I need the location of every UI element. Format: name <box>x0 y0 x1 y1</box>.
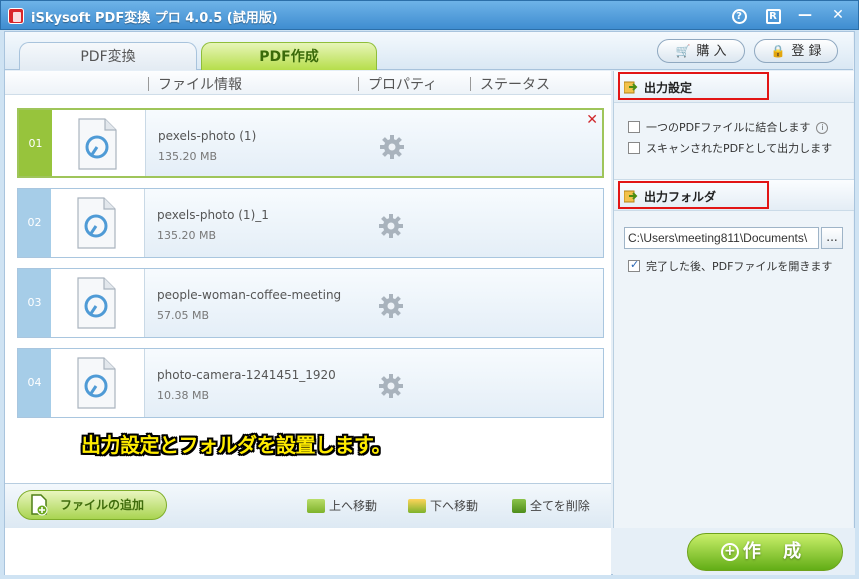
close-button[interactable]: ✕ <box>827 5 849 25</box>
file-size: 135.20 MB <box>157 229 217 242</box>
pdf-document-icon <box>77 277 116 329</box>
merge-option[interactable]: 一つのPDFファイルに結合します i <box>628 119 829 135</box>
move-up-label: 上へ移動 <box>329 499 378 513</box>
output-folder-title: 出力フォルダ <box>644 190 717 204</box>
file-index: 04 <box>18 349 51 417</box>
help-button[interactable]: ? <box>728 5 750 25</box>
title-bar: iSkysoft PDF変換 プロ 4.0.5 (試用版) ? R — ✕ <box>0 0 859 30</box>
file-item[interactable]: 04 photo-camera-1241451_1920 10.38 MB <box>17 348 604 418</box>
column-properties: プロパティ <box>368 77 438 93</box>
file-thumbnail <box>52 110 146 176</box>
delete-all-label: 全てを削除 <box>530 499 590 513</box>
add-file-label: ファイルの追加 <box>60 498 145 512</box>
file-index: 02 <box>18 189 51 257</box>
scan-checkbox[interactable] <box>628 142 640 154</box>
move-up-button[interactable]: 上へ移動 <box>307 497 377 514</box>
bottom-toolbar: ファイルの追加 上へ移動 下へ移動 全てを削除 <box>5 483 611 528</box>
output-path-field[interactable]: C:\Users\meeting811\Documents\ <box>624 227 819 249</box>
output-folder-header: 出力フォルダ <box>614 179 854 211</box>
move-up-icon <box>307 499 325 513</box>
file-thumbnail <box>51 189 145 257</box>
trash-icon <box>512 499 526 513</box>
buy-label: 購 入 <box>696 44 727 59</box>
pdf-document-icon <box>78 118 117 170</box>
file-name: people-woman-coffee-meeting <box>157 288 342 302</box>
file-item[interactable]: 03 people-woman-coffee-meeting 57.05 MB <box>17 268 604 338</box>
browse-button[interactable]: ... <box>821 227 843 249</box>
lock-icon: 🔒 <box>770 44 786 58</box>
file-item[interactable]: 01 pexels-photo (1) 135.20 MB ✕ <box>17 108 604 178</box>
app-logo-icon <box>8 8 24 24</box>
file-thumbnail <box>51 269 145 337</box>
column-header: ファイル情報 プロパティ ステータス <box>5 71 611 95</box>
move-down-icon <box>408 499 426 513</box>
file-size: 135.20 MB <box>158 150 218 163</box>
tab-pdf-convert[interactable]: PDF変換 <box>19 42 197 70</box>
file-index: 03 <box>18 269 51 337</box>
file-name: pexels-photo (1) <box>158 129 257 143</box>
open-after-label: 完了した後、PDFファイルを開きます <box>646 260 833 273</box>
properties-gear-icon[interactable] <box>378 293 404 319</box>
help-icon: ? <box>731 9 747 24</box>
registration-button[interactable]: R <box>762 5 784 25</box>
delete-all-button[interactable]: 全てを削除 <box>512 497 590 514</box>
minimize-button[interactable]: — <box>794 5 816 25</box>
close-icon: ✕ <box>832 7 844 23</box>
register-label: 登 録 <box>791 44 822 59</box>
file-index: 01 <box>19 110 52 176</box>
open-after-checkbox[interactable] <box>628 258 640 272</box>
scan-option[interactable]: スキャンされたPDFとして出力します <box>628 140 832 156</box>
merge-checkbox[interactable] <box>628 121 640 133</box>
instruction-caption: 出力設定とフォルダを設置します。 <box>81 433 392 457</box>
file-name: pexels-photo (1)_1 <box>157 208 269 222</box>
app-title: iSkysoft PDF変換 プロ 4.0.5 (試用版) <box>31 11 278 26</box>
folder-arrow-icon <box>624 190 638 203</box>
column-divider <box>358 77 359 91</box>
remove-file-icon[interactable]: ✕ <box>586 112 598 128</box>
properties-gear-icon[interactable] <box>379 134 405 160</box>
tab-pdf-create[interactable]: PDF作成 <box>201 42 377 70</box>
column-divider <box>148 77 149 91</box>
column-divider <box>470 77 471 91</box>
register-button[interactable]: 🔒 登 録 <box>754 39 838 63</box>
column-status: ステータス <box>480 77 550 93</box>
cart-icon: 🛒 <box>675 44 691 58</box>
file-item[interactable]: 02 pexels-photo (1)_1 135.20 MB <box>17 188 604 258</box>
info-icon[interactable]: i <box>816 122 829 134</box>
add-file-button[interactable]: ファイルの追加 <box>17 490 167 520</box>
move-down-button[interactable]: 下へ移動 <box>408 497 478 514</box>
minimize-icon: — <box>798 7 812 23</box>
settings-arrow-icon <box>624 81 638 94</box>
output-settings-title: 出力設定 <box>644 81 693 95</box>
create-button[interactable]: + 作 成 <box>687 533 843 571</box>
buy-button[interactable]: 🛒 購 入 <box>657 39 745 63</box>
output-settings-header: 出力設定 <box>614 71 854 103</box>
file-size: 10.38 MB <box>157 389 210 402</box>
open-after-option[interactable]: 完了した後、PDFファイルを開きます <box>628 258 832 274</box>
column-file-info: ファイル情報 <box>158 77 242 93</box>
create-label: 作 成 <box>742 541 810 562</box>
file-size: 57.05 MB <box>157 309 210 322</box>
properties-gear-icon[interactable] <box>378 213 404 239</box>
scan-label: スキャンされたPDFとして出力します <box>646 142 833 155</box>
file-list-panel: ファイル情報 プロパティ ステータス 01 pexels-photo (1) 135… <box>5 71 611 575</box>
move-down-label: 下へ移動 <box>430 499 479 513</box>
registration-icon: R <box>765 9 781 24</box>
file-thumbnail <box>51 349 145 417</box>
add-file-icon <box>31 494 48 516</box>
tab-bar: PDF変換 PDF作成 🛒 購 入 🔒 登 録 <box>5 32 853 70</box>
pdf-document-icon <box>77 197 116 249</box>
file-name: photo-camera-1241451_1920 <box>157 368 336 382</box>
highlight-box <box>618 72 769 100</box>
merge-label: 一つのPDFファイルに結合します <box>646 121 811 134</box>
settings-panel: 出力設定 一つのPDFファイルに結合します i スキャンされたPDFとして出力しま… <box>613 71 854 528</box>
properties-gear-icon[interactable] <box>378 373 404 399</box>
plus-circle-icon: + <box>720 543 739 561</box>
pdf-document-icon <box>77 357 116 409</box>
